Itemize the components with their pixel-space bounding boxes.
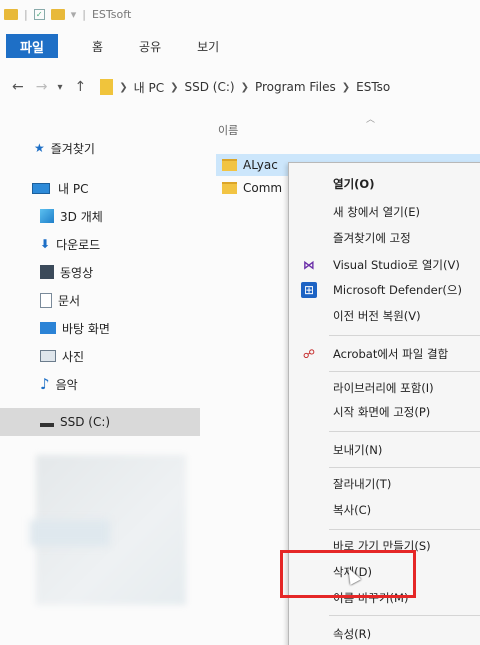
computer-icon	[32, 182, 50, 194]
menu-item-open[interactable]: 열기(O)	[289, 171, 480, 197]
sidebar-item-label: 다운로드	[56, 237, 101, 252]
sidebar-item-label: 내 PC	[58, 181, 89, 196]
menu-separator	[329, 615, 480, 616]
folder-icon	[100, 79, 114, 95]
separator: |	[82, 7, 86, 21]
breadcrumb-program-files[interactable]: Program Files	[255, 80, 336, 94]
sidebar-item-label: 3D 개체	[60, 209, 103, 224]
defender-icon: ⊞	[301, 282, 317, 298]
sidebar-item-downloads[interactable]: ⬇ 다운로드	[0, 230, 200, 258]
quick-access-dropdown-icon[interactable]: ▾	[71, 8, 77, 21]
sidebar-item-music[interactable]: ♪ 음악	[0, 370, 200, 398]
document-icon	[40, 292, 52, 308]
acrobat-icon: ☍	[302, 347, 316, 361]
sidebar-item-label: 음악	[55, 377, 78, 392]
download-icon: ⬇	[40, 237, 51, 251]
sidebar-item-ssd-c[interactable]: SSD (C:)	[0, 408, 200, 436]
menu-item-include-library[interactable]: 라이브러리에 포함(I)	[289, 375, 480, 401]
menu-item-open-visual-studio[interactable]: ⋈ Visual Studio로 열기(V)	[289, 252, 480, 278]
menu-item-label: Microsoft Defender(으)	[333, 283, 462, 297]
sidebar-item-videos[interactable]: 동영상	[0, 258, 200, 286]
chevron-right-icon[interactable]: ❯	[241, 82, 249, 93]
menu-item-send-to[interactable]: 보내기(N)	[289, 437, 480, 463]
folder-icon	[222, 182, 237, 194]
drive-icon	[40, 423, 54, 427]
video-icon	[40, 265, 54, 279]
desktop-icon	[40, 322, 56, 334]
menu-item-cut[interactable]: 잘라내기(T)	[289, 471, 480, 497]
sidebar-item-label: 문서	[58, 293, 81, 308]
music-icon: ♪	[40, 375, 50, 393]
separator: |	[24, 7, 28, 21]
sidebar-item-label: 동영상	[60, 265, 94, 280]
forward-arrow-icon[interactable]: →	[36, 79, 48, 95]
picture-icon	[40, 350, 56, 362]
menu-item-properties[interactable]: 속성(R)	[289, 621, 480, 645]
up-arrow-icon[interactable]: ↑	[75, 79, 87, 95]
tab-share[interactable]: 공유	[139, 38, 161, 55]
recent-locations-chevron-icon[interactable]: ▾	[57, 82, 62, 93]
column-header-name[interactable]: 이름	[218, 122, 238, 138]
menu-item-pin-start[interactable]: 시작 화면에 고정(P)	[289, 399, 480, 425]
title-bar: | ✓ ▾ | ESTsoft	[0, 0, 480, 28]
sidebar-item-desktop[interactable]: 바탕 화면	[0, 314, 200, 342]
cube-icon	[40, 209, 54, 223]
sidebar-item-label: 바탕 화면	[62, 321, 110, 336]
star-icon: ★	[34, 141, 45, 155]
window-title: ESTsoft	[91, 7, 132, 21]
menu-item-restore-previous[interactable]: 이전 버전 복원(V)	[289, 303, 480, 329]
folder-icon	[4, 8, 18, 20]
new-folder-icon[interactable]	[50, 8, 65, 20]
menu-item-acrobat-combine[interactable]: ☍ Acrobat에서 파일 결합	[289, 341, 480, 367]
tab-home[interactable]: 홈	[92, 38, 103, 55]
address-bar[interactable]: ← → ▾ ↑ ❯ 내 PC ❯ SSD (C:) ❯ Program File…	[0, 72, 480, 102]
menu-item-open-new-window[interactable]: 새 창에서 열기(E)	[289, 199, 480, 225]
breadcrumb-estsoft[interactable]: ESTso	[356, 80, 390, 94]
tab-file[interactable]: 파일	[6, 34, 58, 58]
file-name: ALyac	[243, 158, 278, 172]
menu-item-label: Acrobat에서 파일 결합	[333, 347, 449, 361]
sidebar-item-label: SSD (C:)	[60, 415, 111, 429]
menu-separator	[329, 431, 480, 432]
menu-separator	[329, 371, 480, 372]
back-arrow-icon[interactable]: ←	[12, 79, 24, 95]
sidebar-item-this-pc[interactable]: 내 PC	[0, 174, 200, 202]
ribbon-tabs: 파일 홈 공유 보기	[0, 32, 480, 60]
menu-separator	[329, 467, 480, 468]
breadcrumb-drive[interactable]: SSD (C:)	[185, 80, 235, 94]
chevron-right-icon[interactable]: ❯	[170, 82, 178, 93]
menu-item-label: Visual Studio로 열기(V)	[333, 258, 460, 272]
tab-view[interactable]: 보기	[197, 38, 219, 55]
menu-item-pin-quick-access[interactable]: 즐겨찾기에 고정	[289, 225, 480, 251]
sidebar-item-pictures[interactable]: 사진	[0, 342, 200, 370]
menu-separator	[329, 335, 480, 336]
blurred-region	[30, 520, 110, 546]
properties-check-icon[interactable]: ✓	[33, 8, 45, 20]
breadcrumb-this-pc[interactable]: 내 PC	[134, 79, 164, 96]
chevron-right-icon[interactable]: ❯	[342, 82, 350, 93]
menu-item-defender[interactable]: ⊞ Microsoft Defender(으)	[289, 277, 480, 303]
file-name: Comm	[243, 181, 283, 195]
chevron-right-icon[interactable]: ❯	[119, 82, 127, 93]
sidebar-item-label: 즐겨찾기	[50, 141, 95, 156]
folder-icon	[222, 159, 237, 171]
visual-studio-icon: ⋈	[303, 258, 315, 272]
sidebar-item-documents[interactable]: 문서	[0, 286, 200, 314]
sort-ascending-icon[interactable]: ︿	[366, 112, 375, 125]
sidebar-item-quick-access[interactable]: ★ 즐겨찾기	[0, 134, 200, 162]
menu-item-copy[interactable]: 복사(C)	[289, 497, 480, 523]
sidebar-item-label: 사진	[62, 349, 85, 364]
menu-separator	[329, 529, 480, 530]
sidebar-item-3d-objects[interactable]: 3D 개체	[0, 202, 200, 230]
